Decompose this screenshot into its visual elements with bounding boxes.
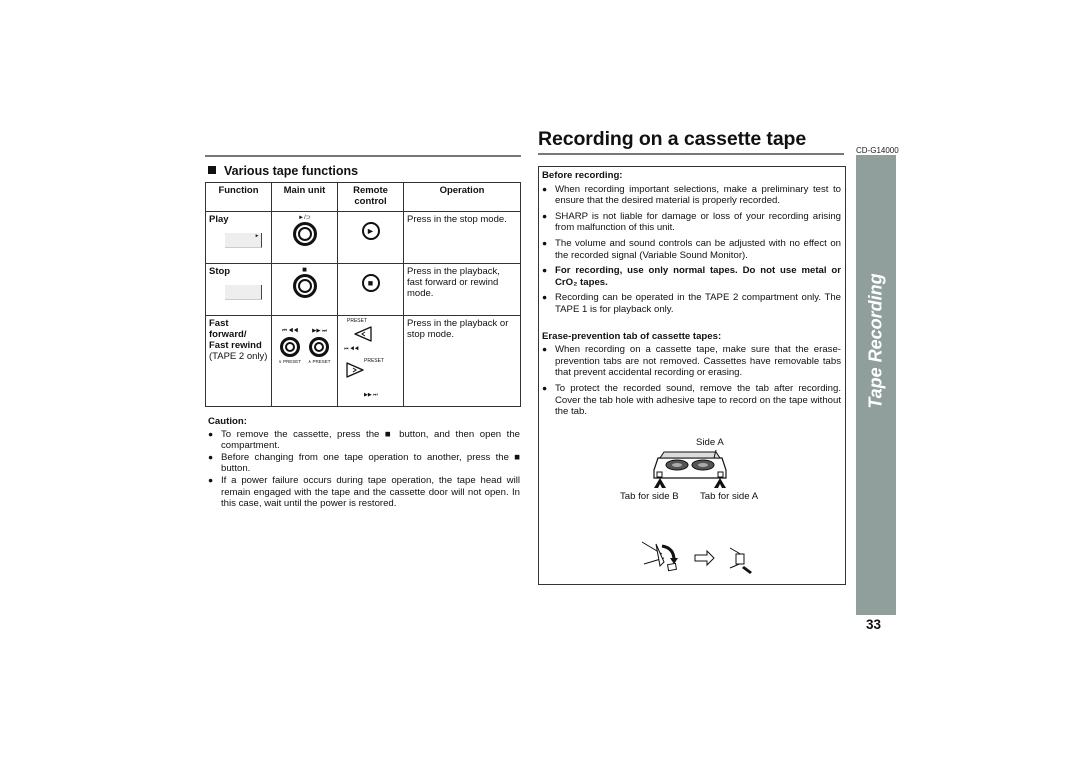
stop-symbol: ■ xyxy=(302,265,307,274)
col-header-remote-control: Remote control xyxy=(337,182,404,212)
tab-removal-illustration-icon xyxy=(641,541,752,574)
square-bullet-icon xyxy=(208,166,216,174)
main-unit-cell: ►/⊃ xyxy=(271,211,338,264)
divider-left xyxy=(205,155,521,157)
side-a-label: Side A xyxy=(696,437,724,448)
model-number: CD-G14000 xyxy=(856,146,899,155)
forward-symbol: ▶▶ ⏭ xyxy=(312,328,328,334)
main-unit-cell: ■ xyxy=(271,263,338,316)
main-unit-rewind-button-icon xyxy=(279,337,300,357)
list-item: To protect the recorded sound, remove th… xyxy=(542,383,841,418)
remote-cell: ■ xyxy=(337,263,404,316)
before-recording-title: Before recording: xyxy=(542,170,623,181)
list-item: Recording can be operated in the TAPE 2 … xyxy=(542,292,841,315)
rewind-symbol: ⏮ ◀◀ xyxy=(281,328,299,334)
table-row: Fast forward/ Fast rewind (TAPE 2 only) … xyxy=(205,315,521,407)
list-item: To remove the cassette, press the ■ butt… xyxy=(208,429,520,452)
function-cell: Stop xyxy=(205,263,272,316)
list-item: When recording on a cassette tape, make … xyxy=(542,344,841,379)
list-item: Before changing from one tape operation … xyxy=(208,452,520,475)
table-header-row: Function Main unit Remote control Operat… xyxy=(205,182,521,212)
function-name: Play xyxy=(209,214,229,225)
caution-section: Caution: To remove the cassette, press t… xyxy=(208,416,520,510)
tape-functions-table: Function Main unit Remote control Operat… xyxy=(205,182,521,407)
list-item: The volume and sound controls can be adj… xyxy=(542,238,841,261)
remote-cell: ► xyxy=(337,211,404,264)
caution-list: To remove the cassette, press the ■ butt… xyxy=(208,429,520,510)
col-header-function: Function xyxy=(205,182,272,212)
table-row: Stop ■ ■ Press in the playback, fast for… xyxy=(205,263,521,316)
operation-cell: Press in the playback or stop mode. xyxy=(403,315,521,407)
section-sidebar-tab: Tape Recording xyxy=(856,155,896,615)
remote-forward-symbol: ▶▶ ⏭ xyxy=(364,392,378,398)
section-title: Various tape functions xyxy=(208,164,358,178)
remote-skip-buttons-icon xyxy=(346,326,372,378)
list-item: For recording, use only normal tapes. Do… xyxy=(542,265,841,288)
sidebar-label: Tape Recording xyxy=(865,273,886,409)
divider-right xyxy=(538,153,844,155)
function-name: Fast forward/ Fast rewind xyxy=(209,318,262,351)
tab-side-a-label: Tab for side A xyxy=(700,491,759,502)
preset-up-label: ∧ PRESET xyxy=(307,359,331,364)
cassette-illustration-icon xyxy=(653,449,727,488)
caution-title: Caution: xyxy=(208,416,247,427)
operation-cell: Press in the playback, fast forward or r… xyxy=(403,263,521,316)
remote-preset-label-bottom: PRESET xyxy=(364,358,385,364)
remote-stop-button-icon: ■ xyxy=(361,274,380,292)
remote-cell: PRESET ⏮ ◀◀ PRESET ▶▶ ⏭ xyxy=(337,315,404,407)
main-unit-stop-button-icon xyxy=(292,274,317,298)
remote-rewind-symbol: ⏮ ◀◀ xyxy=(344,346,359,352)
main-unit-forward-button-icon xyxy=(309,337,330,357)
list-item: If a power failure occurs during tape op… xyxy=(208,475,520,510)
main-unit-cell: ⏮ ◀◀ ▶▶ ⏭ ∨ PRESET ∧ PRESET xyxy=(271,315,338,407)
tape-panel-illustration: ▸ xyxy=(225,233,262,248)
preset-down-label: ∨ PRESET xyxy=(278,359,302,364)
list-item: When recording important selections, mak… xyxy=(542,184,841,207)
table-row: Play ▸ ►/⊃ ► Press in the stop mode. xyxy=(205,211,521,264)
erase-prevention-title: Erase-prevention tab of cassette tapes: xyxy=(542,330,722,342)
list-item: SHARP is not liable for damage or loss o… xyxy=(542,211,841,234)
remote-play-button-icon: ► xyxy=(361,222,380,240)
col-header-main-unit: Main unit xyxy=(271,182,338,212)
play-symbol: ►/⊃ xyxy=(298,215,311,221)
section-title-text: Various tape functions xyxy=(224,164,359,178)
function-note: (TAPE 2 only) xyxy=(209,351,268,362)
page-number: 33 xyxy=(866,617,882,632)
function-name: Stop xyxy=(209,266,231,277)
operation-cell: Press in the stop mode. xyxy=(403,211,521,264)
recording-info-box: Before recording: When recording importa… xyxy=(538,166,846,585)
function-cell: Fast forward/ Fast rewind (TAPE 2 only) xyxy=(205,315,272,407)
before-recording-list: When recording important selections, mak… xyxy=(542,184,841,316)
main-unit-play-button-icon xyxy=(292,222,317,246)
tab-side-b-label: Tab for side B xyxy=(620,491,679,502)
page-title: Recording on a cassette tape xyxy=(538,128,807,150)
col-header-operation: Operation xyxy=(403,182,521,212)
erase-prevention-list: When recording on a cassette tape, make … xyxy=(542,344,841,418)
tape-panel-illustration xyxy=(225,285,262,300)
function-cell: Play ▸ xyxy=(205,211,272,264)
